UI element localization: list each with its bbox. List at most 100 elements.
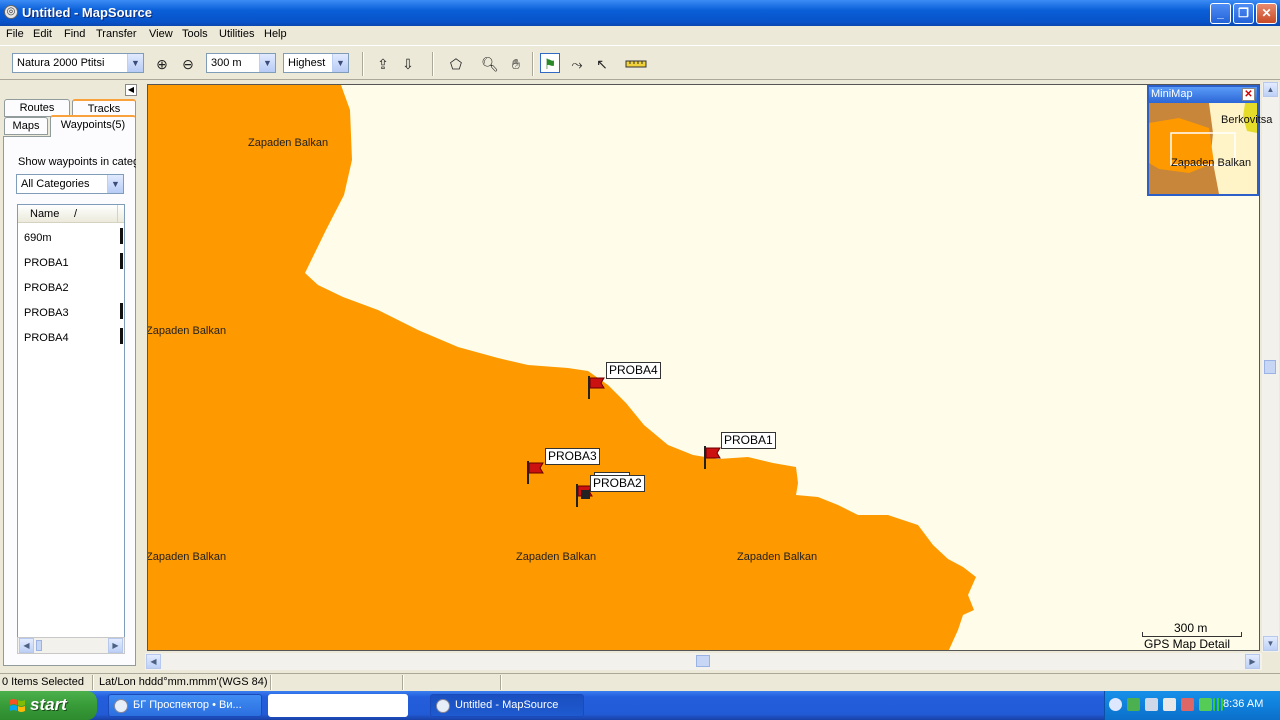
- list-item[interactable]: PROBA2: [24, 282, 69, 294]
- menu-find[interactable]: Find: [64, 28, 85, 40]
- waypoint-label-proba2[interactable]: PROBA2: [590, 475, 645, 492]
- scroll-thumb[interactable]: [1264, 360, 1276, 374]
- map-tool-icon[interactable]: ⬠: [446, 54, 466, 74]
- map-terrain: [148, 85, 976, 650]
- maximize-button[interactable]: ❐: [1233, 3, 1254, 24]
- chevron-down-icon[interactable]: ▼: [332, 54, 348, 72]
- scroll-right-icon[interactable]: ▶: [108, 638, 123, 653]
- tray-network-icon[interactable]: [1127, 698, 1140, 711]
- selection-arrow-icon[interactable]: ↖: [592, 54, 612, 74]
- selection-status: 0 Items Selected: [2, 676, 84, 688]
- tray-security-icon[interactable]: [1181, 698, 1194, 711]
- map-horizontal-scrollbar[interactable]: ◀ ▶: [145, 653, 1262, 670]
- menu-transfer[interactable]: Transfer: [96, 28, 137, 40]
- minimap-area-label: Zapaden Balkan: [1171, 157, 1252, 169]
- chevron-down-icon[interactable]: ▼: [259, 54, 275, 72]
- scroll-left-icon[interactable]: ◀: [146, 654, 161, 669]
- scroll-right-icon[interactable]: ▶: [1245, 654, 1260, 669]
- list-item[interactable]: PROBA1: [24, 257, 69, 269]
- route-tool-icon[interactable]: ⤳: [567, 54, 587, 74]
- waypoint-label-proba4[interactable]: PROBA4: [606, 362, 661, 379]
- list-item[interactable]: PROBA4: [24, 332, 69, 344]
- send-to-device-icon[interactable]: ⇩: [398, 54, 418, 74]
- column-header-extra[interactable]: [118, 205, 124, 223]
- toolbar-separator: [432, 52, 434, 76]
- map-vertical-scrollbar[interactable]: ▲ ▼: [1262, 82, 1279, 652]
- scroll-left-icon[interactable]: ◀: [19, 638, 34, 653]
- chevron-down-icon[interactable]: ▼: [107, 175, 123, 193]
- zoom-in-icon[interactable]: ⊕: [152, 54, 172, 74]
- window-title: Untitled - MapSource: [22, 5, 153, 20]
- minimap-window[interactable]: MiniMap ✕ Berkovitsa Zapaden Balkan: [1147, 85, 1272, 196]
- toolbar-separator: [532, 52, 534, 76]
- mapsource-app-icon: [436, 699, 450, 713]
- mapsource-app-icon[interactable]: ◎: [4, 5, 18, 19]
- tray-expand-icon[interactable]: [1109, 698, 1122, 711]
- collapse-panel-icon[interactable]: ◀: [125, 84, 137, 96]
- status-divider: [402, 675, 404, 690]
- tab-maps[interactable]: Maps: [4, 117, 48, 135]
- map-area-label: Zapaden Balkan: [147, 551, 227, 563]
- waypoint-label-proba1[interactable]: PROBA1: [721, 432, 776, 449]
- list-item[interactable]: 690m: [24, 232, 52, 244]
- system-clock[interactable]: 8:36 AM: [1223, 698, 1263, 710]
- scroll-thumb[interactable]: [36, 640, 42, 651]
- land-area-zapaden-balkan: [148, 85, 976, 650]
- list-item[interactable]: PROBA3: [24, 307, 69, 319]
- row-marker: [120, 303, 123, 319]
- system-tray: 8:36 AM: [1104, 691, 1280, 720]
- column-header-label: Name: [30, 208, 60, 220]
- category-value: All Categories: [21, 178, 90, 190]
- waypoint-label-proba3[interactable]: PROBA3: [545, 448, 600, 465]
- close-button[interactable]: ✕: [1256, 3, 1277, 24]
- waypoint-flag-icon[interactable]: [586, 374, 608, 400]
- detail-level-value: Highest: [288, 57, 326, 69]
- hand-pan-icon[interactable]: ✋︎: [506, 54, 526, 74]
- status-divider: [270, 675, 272, 690]
- tray-antivirus-icon[interactable]: [1199, 698, 1212, 711]
- tray-volume-icon[interactable]: [1163, 698, 1176, 711]
- map-area-label: Zapaden Balkan: [516, 551, 597, 563]
- title-bar[interactable]: ◎ Untitled - MapSource _ ❐ ✕: [0, 0, 1280, 26]
- zoom-tool-icon[interactable]: 🔍︎: [480, 54, 500, 74]
- scroll-up-icon[interactable]: ▲: [1263, 82, 1278, 97]
- list-horizontal-scrollbar[interactable]: ◀ ▶: [17, 637, 125, 654]
- tray-monitor-icon[interactable]: [1145, 698, 1158, 711]
- receive-from-device-icon[interactable]: ⇪: [373, 54, 393, 74]
- menu-file[interactable]: File: [6, 28, 24, 40]
- minimize-button[interactable]: _: [1210, 3, 1231, 24]
- menu-edit[interactable]: Edit: [33, 28, 52, 40]
- scroll-down-icon[interactable]: ▼: [1263, 636, 1278, 651]
- waypoint-tool-icon[interactable]: ⚑: [540, 53, 560, 73]
- chevron-down-icon[interactable]: ▼: [127, 54, 143, 72]
- close-icon[interactable]: ✕: [1242, 88, 1255, 101]
- waypoint-list[interactable]: Name / 690m PROBA1 PROBA2 PROBA3 PROBA4: [17, 204, 125, 654]
- category-select[interactable]: All Categories ▼: [16, 174, 124, 194]
- taskbar-item-mapsource[interactable]: Untitled - MapSource: [430, 694, 584, 717]
- column-header-name[interactable]: Name /: [18, 205, 118, 223]
- menu-bar: File Edit Find Transfer View Tools Utili…: [0, 26, 1280, 45]
- menu-help[interactable]: Help: [264, 28, 287, 40]
- waypoint-flag-icon[interactable]: [525, 459, 547, 485]
- taskbar-item-browser[interactable]: БГ Проспектор • Ви...: [108, 694, 262, 717]
- menu-view[interactable]: View: [149, 28, 173, 40]
- zoom-scale-select[interactable]: 300 m ▼: [206, 53, 276, 73]
- map-detail-caption: GPS Map Detail: [1144, 637, 1231, 651]
- menu-utilities[interactable]: Utilities: [219, 28, 254, 40]
- measure-ruler-icon[interactable]: [624, 54, 648, 74]
- tab-waypoints[interactable]: Waypoints(5): [50, 115, 136, 137]
- zoom-out-icon[interactable]: ⊖: [178, 54, 198, 74]
- map-view[interactable]: Zapaden Balkan Zapaden Balkan Zapaden Ba…: [147, 84, 1260, 651]
- detail-level-select[interactable]: Highest ▼: [283, 53, 349, 73]
- map-area-label: Zapaden Balkan: [737, 551, 818, 563]
- row-marker: [120, 228, 123, 244]
- map-frame: Zapaden Balkan Zapaden Balkan Zapaden Ba…: [145, 82, 1280, 670]
- start-button[interactable]: start: [0, 691, 97, 720]
- scroll-thumb[interactable]: [696, 655, 710, 667]
- tray-signal-icon[interactable]: [1213, 698, 1223, 711]
- menu-tools[interactable]: Tools: [182, 28, 208, 40]
- taskbar-item-label: БГ Проспектор • Ви...: [133, 699, 242, 711]
- show-categories-label: Show waypoints in categ: [18, 156, 136, 168]
- map-product-select[interactable]: Natura 2000 Ptitsi ▼: [12, 53, 144, 73]
- taskbar-item-redacted[interactable]: [268, 694, 408, 717]
